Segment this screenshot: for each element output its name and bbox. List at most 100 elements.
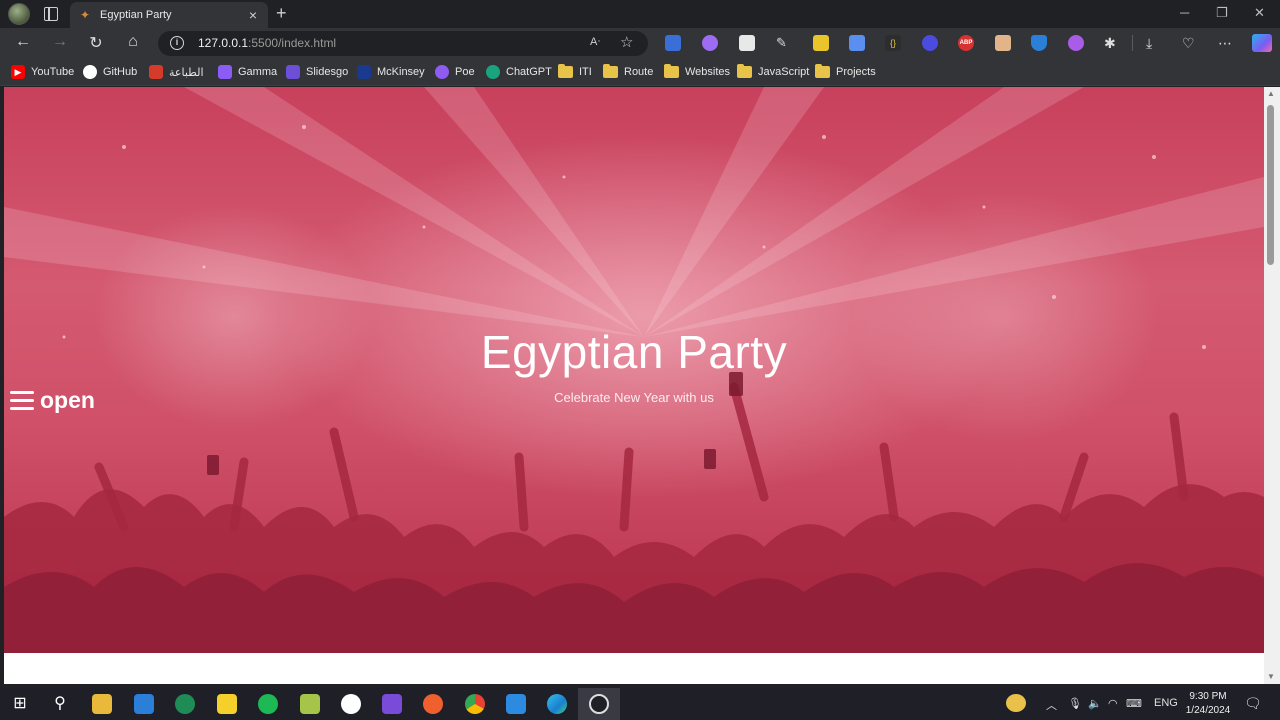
bookmark-folder-projects[interactable]: Projects: [815, 64, 876, 80]
color-picker-icon[interactable]: ✎: [776, 35, 792, 51]
site-favicon-icon: ✦: [79, 8, 91, 22]
open-menu-label: open: [40, 387, 95, 413]
extension-icon[interactable]: [995, 35, 1011, 51]
new-tab-button[interactable]: +: [276, 4, 287, 22]
chrome-icon[interactable]: [465, 694, 485, 714]
forward-icon[interactable]: →: [50, 33, 70, 51]
open-menu-button[interactable]: open: [10, 387, 95, 414]
json-extension-icon[interactable]: {}: [885, 35, 901, 51]
bookmark-gamma[interactable]: Gamma: [218, 64, 277, 80]
copilot-icon[interactable]: [1252, 34, 1272, 52]
reader-extension-icon[interactable]: [739, 35, 755, 51]
printing-icon: [149, 65, 163, 79]
obs-icon[interactable]: [589, 694, 609, 714]
clock-time: 9:30 PM: [1189, 691, 1227, 702]
back-icon[interactable]: ←: [13, 33, 33, 51]
microphone-icon[interactable]: 🎙: [1068, 697, 1082, 710]
extension-icon[interactable]: [1068, 35, 1084, 51]
vscode-icon[interactable]: [506, 694, 526, 714]
bookmark-youtube[interactable]: ▶ YouTube: [11, 64, 74, 80]
address-bar[interactable]: i 127.0.0.1:5500/index.html Aᐧ ☆: [158, 31, 648, 56]
system-clock[interactable]: 9:30 PM 1/24/2024: [1180, 690, 1236, 718]
windows-taskbar: ⊞ ⚲ ︿ 🎙 🔈 ◠ ⌨ ENG 9:30 PM 1/24/2024 🗨: [0, 688, 1280, 720]
url-text[interactable]: 127.0.0.1:5500/index.html: [198, 36, 336, 50]
extensions-puzzle-icon[interactable]: ✱: [1104, 35, 1120, 51]
extension-icon[interactable]: [849, 35, 865, 51]
spotify-icon[interactable]: [258, 694, 278, 714]
bookmark-mckinsey[interactable]: McKinsey: [357, 64, 425, 80]
title-bar: ✦ Egyptian Party × + ─ ❐ ✕: [0, 0, 1280, 28]
postman-icon[interactable]: [423, 694, 443, 714]
bookmark-label: Gamma: [238, 66, 278, 78]
wifi-icon[interactable]: ◠: [1108, 697, 1118, 710]
refresh-icon[interactable]: ↻: [86, 33, 106, 53]
folder-icon: [664, 64, 679, 78]
scroll-down-icon[interactable]: ▼: [1267, 672, 1275, 681]
clock-date: 1/24/2024: [1185, 705, 1231, 716]
weather-icon[interactable]: [1006, 694, 1026, 712]
extension-icon[interactable]: [702, 35, 718, 51]
windows-start-icon[interactable]: ⊞: [10, 694, 30, 714]
shield-icon[interactable]: [1031, 35, 1047, 51]
minimize-icon[interactable]: ─: [1180, 5, 1189, 20]
bookmark-folder-route[interactable]: Route: [603, 64, 653, 80]
close-window-icon[interactable]: ✕: [1254, 5, 1265, 21]
navigation-bar: ← → ↻ ⌂ i 127.0.0.1:5500/index.html Aᐧ ☆…: [0, 28, 1280, 58]
app-icon[interactable]: [300, 694, 320, 714]
favorite-star-icon[interactable]: ☆: [620, 33, 633, 51]
bookmark-label: McKinsey: [377, 66, 425, 78]
page-scrollbar[interactable]: ▲ ▼: [1264, 87, 1280, 684]
poe-icon: [435, 65, 449, 79]
store-icon[interactable]: [134, 694, 154, 714]
bookmark-chatgpt[interactable]: ChatGPT: [486, 64, 552, 80]
sticky-notes-icon[interactable]: [217, 694, 237, 714]
github-desktop-icon[interactable]: [341, 694, 361, 714]
bookmark-github[interactable]: GitHub: [83, 64, 137, 80]
bookmark-slidesgo[interactable]: Slidesgo: [286, 64, 348, 80]
language-indicator[interactable]: ENG: [1154, 697, 1178, 709]
hero-section: Egyptian Party Celebrate New Year with u…: [4, 87, 1264, 653]
bookmark-label: GitHub: [103, 66, 138, 78]
visual-studio-icon[interactable]: [382, 694, 402, 714]
bookmark-label: Projects: [836, 66, 876, 78]
home-icon[interactable]: ⌂: [123, 33, 143, 51]
translate-extension-icon[interactable]: [665, 35, 681, 51]
extension-icon[interactable]: [813, 35, 829, 51]
mckinsey-icon: [357, 65, 371, 79]
bookmark-label: ITI: [579, 66, 592, 78]
adblock-icon[interactable]: ABP: [958, 35, 974, 51]
volume-icon[interactable]: 🔈: [1088, 697, 1102, 710]
browser-tab[interactable]: ✦ Egyptian Party ×: [70, 2, 268, 28]
notifications-icon[interactable]: 🗨: [1244, 695, 1262, 712]
site-info-icon[interactable]: i: [170, 36, 184, 50]
youtube-icon: ▶: [11, 65, 25, 79]
chatgpt-icon: [486, 65, 500, 79]
edge-icon[interactable]: [547, 694, 567, 714]
scrollbar-thumb[interactable]: [1267, 105, 1274, 265]
bookmark-label: Route: [624, 66, 654, 78]
scroll-up-icon[interactable]: ▲: [1267, 89, 1275, 98]
search-icon[interactable]: ⚲: [50, 694, 70, 714]
bookmark-folder-javascript[interactable]: JavaScript: [737, 64, 809, 80]
bookmark-poe[interactable]: Poe: [435, 64, 475, 80]
close-tab-icon[interactable]: ×: [246, 7, 260, 23]
upwork-icon[interactable]: [175, 694, 195, 714]
tab-actions-icon[interactable]: [44, 7, 58, 21]
profile-avatar[interactable]: [8, 3, 30, 25]
bookmark-folder-iti[interactable]: ITI: [558, 64, 592, 80]
maximize-icon[interactable]: ❐: [1216, 5, 1228, 21]
more-menu-icon[interactable]: ⋯: [1218, 35, 1234, 51]
extension-icon[interactable]: [922, 35, 938, 51]
browser-essentials-icon[interactable]: ♡: [1182, 35, 1198, 51]
show-hidden-icons-icon[interactable]: ︿: [1046, 697, 1057, 713]
bookmark-folder-websites[interactable]: Websites: [664, 64, 730, 80]
downloads-icon[interactable]: ⤓: [1146, 35, 1162, 51]
url-path: :5500/index.html: [248, 36, 337, 50]
read-aloud-icon[interactable]: Aᐧ: [590, 35, 600, 48]
slidesgo-icon: [286, 65, 300, 79]
file-explorer-icon[interactable]: [92, 694, 112, 714]
tab-title: Egyptian Party: [100, 9, 172, 21]
keyboard-icon[interactable]: ⌨: [1126, 697, 1142, 710]
github-icon: [83, 65, 97, 79]
bookmark-printing[interactable]: الطباعة: [149, 64, 204, 80]
